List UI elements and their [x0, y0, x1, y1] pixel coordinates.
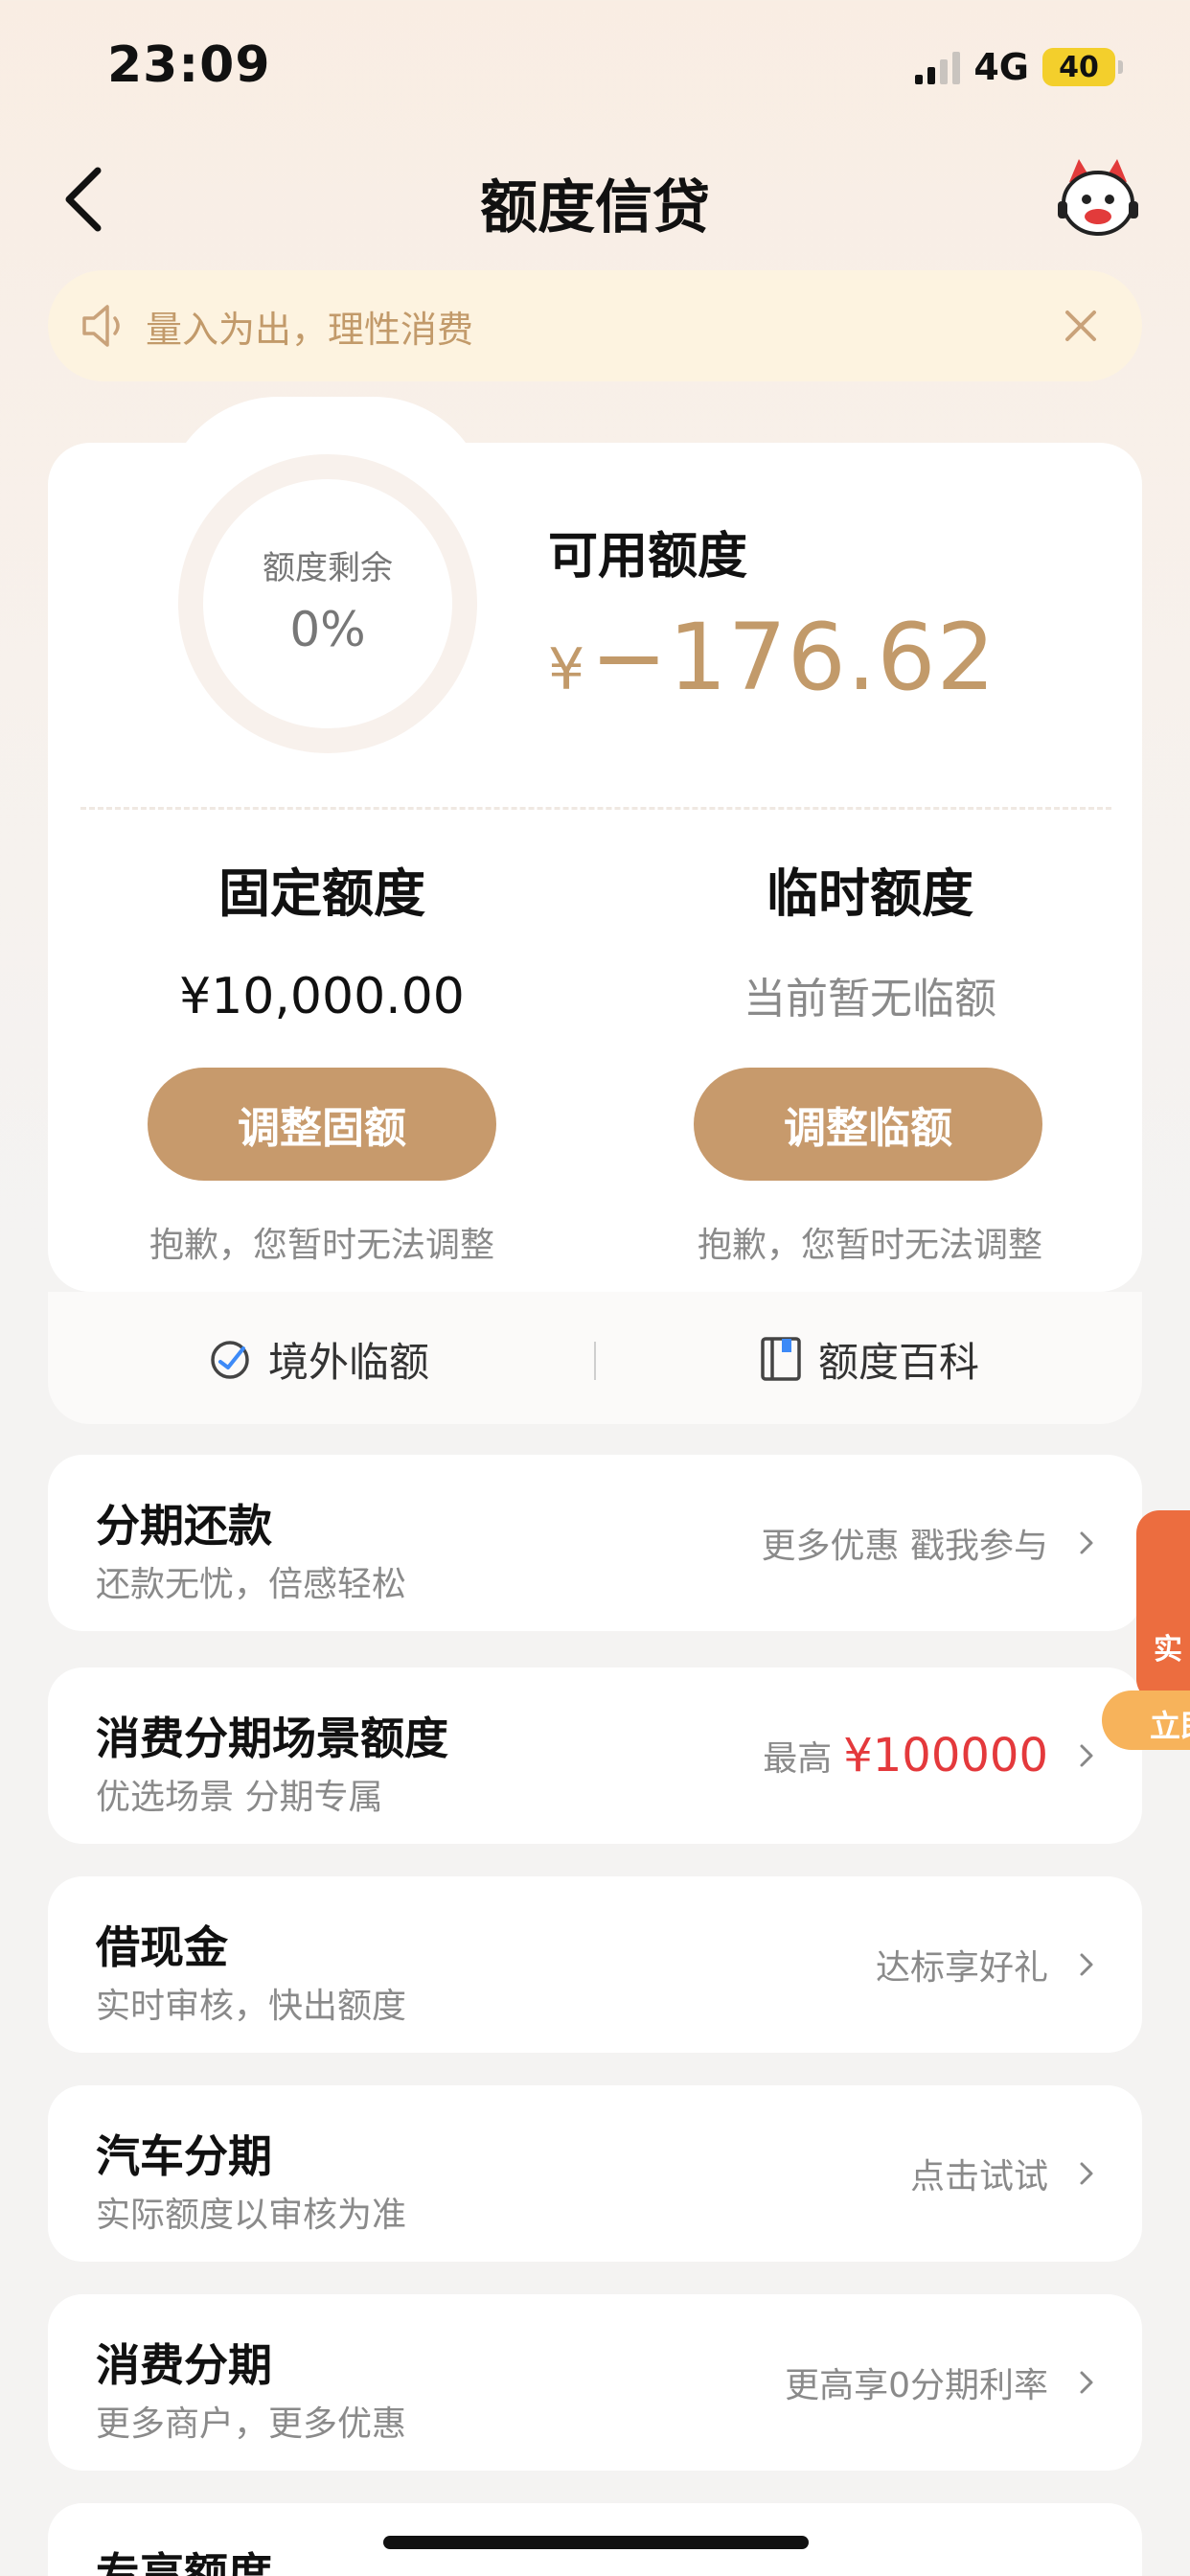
- fixed-quota-value: ¥10,000.00: [179, 968, 465, 1025]
- item-subtitle: 更多商户，更多优惠: [96, 2404, 407, 2444]
- fixed-quota-note: 抱歉，您暂时无法调整: [149, 1226, 494, 1265]
- footer-divider: [594, 1342, 596, 1380]
- chevron-right-icon: [1080, 1531, 1093, 1554]
- book-icon: [761, 1337, 801, 1381]
- item-title: 专享额度: [96, 2548, 272, 2576]
- floating-promo-tag[interactable]: 立即: [1102, 1690, 1190, 1750]
- list-item-cash-loan[interactable]: 借现金 实时审核，快出额度 达标享好礼: [48, 1876, 1142, 2053]
- available-quota-label: 可用额度: [548, 528, 748, 586]
- list-item-scene-quota[interactable]: 消费分期场景额度 优选场景 分期专属 最高 ¥100000: [48, 1668, 1142, 1844]
- available-quota-value: ¥ −176.62: [548, 604, 996, 711]
- mascot-avatar-icon[interactable]: [1052, 153, 1144, 245]
- ring-percent: 0%: [289, 602, 366, 657]
- battery-icon: 40: [1042, 48, 1123, 86]
- item-subtitle: 优选场景 分期专属: [96, 1778, 383, 1817]
- item-title: 借现金: [96, 1921, 228, 1973]
- ring-label: 额度剩余: [263, 549, 393, 587]
- item-right: 达标享好礼: [876, 1876, 1100, 2053]
- status-time: 23:09: [107, 36, 271, 94]
- temp-quota-title: 临时额度: [767, 863, 973, 924]
- item-title: 消费分期场景额度: [96, 1713, 448, 1764]
- network-type: 4G: [973, 46, 1029, 88]
- chevron-right-icon: [1080, 2162, 1093, 2185]
- item-subtitle: 实时审核，快出额度: [96, 1987, 407, 2026]
- item-right: 更多优惠 戳我参与: [762, 1455, 1100, 1631]
- item-right-highlight: ¥100000: [843, 1729, 1048, 1782]
- item-right-prefix: 最高: [763, 1739, 833, 1779]
- battery-level: 40: [1059, 50, 1099, 84]
- item-title: 汽车分期: [96, 2130, 272, 2182]
- item-right-text: 更多优惠 戳我参与: [761, 1527, 1048, 1566]
- list-item-installment-repay[interactable]: 分期还款 还款无忧，倍感轻松 更多优惠 戳我参与: [48, 1455, 1142, 1631]
- status-indicators: 4G 40: [915, 42, 1123, 92]
- item-subtitle: 实际额度以审核为准: [96, 2196, 407, 2235]
- item-right-text: 点击试试: [909, 2157, 1048, 2196]
- promo-box-text: 实: [1154, 1633, 1182, 1667]
- available-amount: −176.62: [590, 604, 996, 711]
- fixed-quota-title: 固定额度: [218, 863, 425, 924]
- item-title: 分期还款: [96, 1500, 272, 1552]
- item-right: 最高 ¥100000: [763, 1668, 1100, 1844]
- signal-icon: [915, 50, 961, 84]
- item-right-text: 达标享好礼: [875, 1948, 1048, 1988]
- item-right: 更高享0分期利率: [785, 2294, 1100, 2471]
- promo-tag-text: 立即: [1150, 1708, 1190, 1744]
- quota-wiki-link[interactable]: 额度百科: [757, 1330, 979, 1388]
- page-title: 额度信贷: [480, 174, 710, 242]
- chevron-right-icon: [1080, 2371, 1093, 2394]
- overseas-quota-link[interactable]: 境外临额: [207, 1330, 429, 1388]
- list-item-car-installment[interactable]: 汽车分期 实际额度以审核为准 点击试试: [48, 2085, 1142, 2262]
- item-subtitle: 还款无忧，倍感轻松: [96, 1565, 407, 1604]
- currency-symbol: ¥: [548, 636, 585, 703]
- item-right: 点击试试: [910, 2085, 1100, 2262]
- list-item-consumer-installment[interactable]: 消费分期 更多商户，更多优惠 更高享0分期利率: [48, 2294, 1142, 2471]
- speaker-icon: [82, 305, 120, 347]
- home-indicator: [383, 2536, 809, 2549]
- globe-plane-icon: [211, 1341, 249, 1379]
- temp-quota-note: 抱歉，您暂时无法调整: [697, 1226, 1042, 1265]
- notice-bar: 量入为出，理性消费: [48, 270, 1142, 381]
- notice-text: 量入为出，理性消费: [146, 308, 474, 351]
- chevron-right-icon: [1080, 1953, 1093, 1976]
- quota-wiki-label: 额度百科: [818, 1338, 980, 1386]
- dashed-divider: [80, 807, 1111, 810]
- chevron-right-icon: [1080, 1744, 1093, 1767]
- item-title: 消费分期: [96, 2339, 272, 2391]
- item-right-text: 更高享0分期利率: [785, 2366, 1048, 2405]
- temp-quota-value: 当前暂无临额: [744, 975, 996, 1024]
- overseas-quota-label: 境外临额: [268, 1338, 430, 1386]
- floating-promo-envelope[interactable]: 实: [1136, 1510, 1190, 1702]
- adjust-temp-quota-button[interactable]: 调整临额: [694, 1068, 1042, 1181]
- adjust-fixed-quota-button[interactable]: 调整固额: [148, 1068, 496, 1181]
- close-icon[interactable]: [1058, 303, 1104, 349]
